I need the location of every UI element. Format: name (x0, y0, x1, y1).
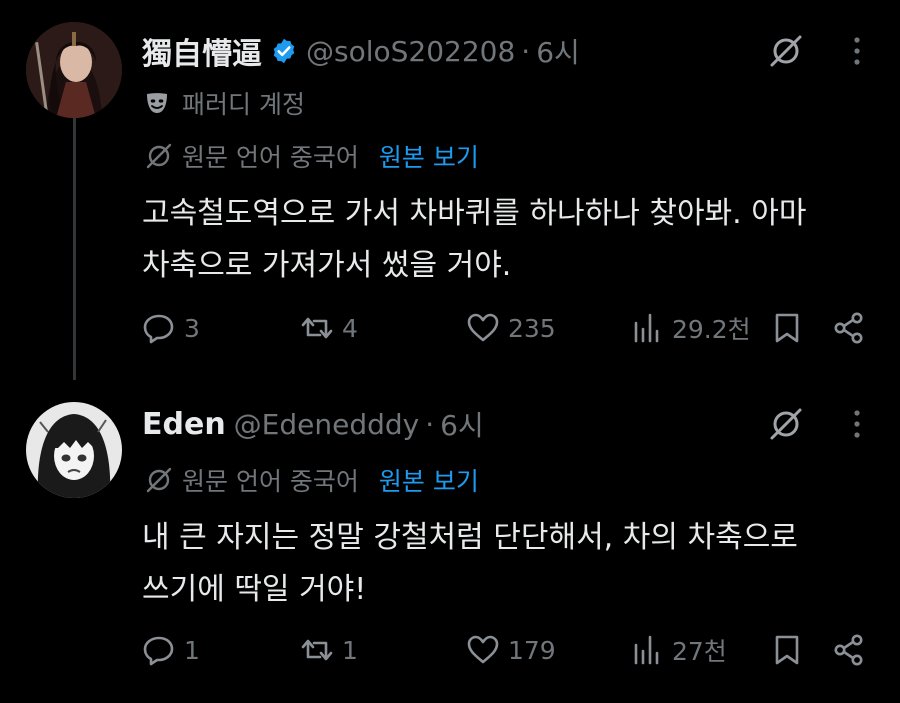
action-bar: 3 4 235 29.2천 (0, 308, 900, 348)
views-button[interactable]: 27천 (630, 630, 727, 670)
share-icon (834, 634, 863, 666)
heart-icon (467, 313, 499, 342)
display-name[interactable]: 獨自懵逼 (142, 29, 262, 73)
repost-button[interactable]: 1 (300, 630, 358, 670)
verified-badge-icon[interactable] (270, 37, 298, 65)
reply-count: 3 (184, 313, 200, 343)
bookmark-button[interactable] (770, 308, 804, 348)
tweet-header: 獨自懵逼 @soloS202208 · 6시 (142, 29, 580, 73)
separator-dot: · (521, 34, 531, 68)
bookmark-button[interactable] (770, 630, 804, 670)
display-name[interactable]: Eden (142, 407, 226, 442)
reply-icon (143, 636, 174, 666)
grok-icon[interactable] (768, 33, 804, 69)
translate-icon (146, 143, 172, 169)
repost-count: 1 (342, 635, 358, 665)
avatar-solo[interactable] (26, 22, 122, 118)
parody-label-text: 패러디 계정 (182, 90, 305, 119)
original-language-label: 원문 언어 중국어 (182, 143, 359, 172)
share-button[interactable] (832, 308, 866, 348)
user-handle[interactable]: @Edenedddy (234, 408, 420, 441)
timestamp[interactable]: 6시 (536, 31, 580, 71)
more-options-icon[interactable] (850, 33, 864, 69)
parody-mask-icon (147, 93, 167, 113)
avatar-image (26, 22, 122, 118)
repost-button[interactable]: 4 (300, 308, 358, 348)
like-button[interactable]: 179 (466, 630, 556, 670)
views-chart-icon (634, 313, 659, 343)
translation-notice: 원문 언어 중국어 원본 보기 (144, 462, 479, 498)
reply-button[interactable]: 1 (142, 630, 200, 670)
avatar-image (26, 402, 122, 498)
views-button[interactable]: 29.2천 (630, 308, 751, 348)
repost-count: 4 (342, 313, 358, 343)
grok-icon[interactable] (768, 406, 804, 442)
user-handle[interactable]: @soloS202208 (306, 35, 515, 68)
bookmark-icon (775, 313, 799, 343)
like-button[interactable]: 235 (466, 308, 556, 348)
translate-icon (146, 467, 172, 493)
views-count: 29.2천 (672, 315, 751, 344)
views-chart-icon (634, 635, 659, 665)
show-original-link[interactable]: 원본 보기 (379, 462, 479, 498)
views-count: 27천 (672, 637, 727, 666)
bookmark-icon (775, 635, 799, 665)
avatar-eden[interactable] (26, 402, 122, 498)
parody-account-label: 패러디 계정 (144, 85, 305, 121)
repost-icon (301, 317, 333, 339)
tweet-text: 고속철도역으로 가서 차바퀴를 하나하나 찾아봐. 아마 차축으로 가져가서 썼… (142, 196, 807, 283)
reply-count: 1 (184, 635, 200, 665)
share-icon (834, 312, 863, 344)
translation-notice: 원문 언어 중국어 원본 보기 (144, 138, 479, 174)
separator-dot: · (425, 407, 435, 441)
show-original-link[interactable]: 원본 보기 (379, 138, 479, 174)
repost-icon (301, 639, 333, 661)
like-count: 235 (508, 313, 556, 343)
more-options-icon[interactable] (850, 406, 864, 442)
like-count: 179 (508, 635, 556, 665)
timestamp[interactable]: 6시 (440, 404, 484, 444)
original-language-label: 원문 언어 중국어 (182, 467, 359, 496)
reply-icon (143, 314, 174, 344)
action-bar: 1 1 179 27천 (0, 630, 900, 670)
share-button[interactable] (832, 630, 866, 670)
reply-button[interactable]: 3 (142, 308, 200, 348)
tweet-header: Eden @Edenedddy · 6시 (142, 404, 484, 444)
heart-icon (467, 635, 499, 664)
tweet-text: 내 큰 자지는 정말 강철처럼 단단해서, 차의 차축으로 쓰기에 딱일 거야! (142, 520, 798, 607)
